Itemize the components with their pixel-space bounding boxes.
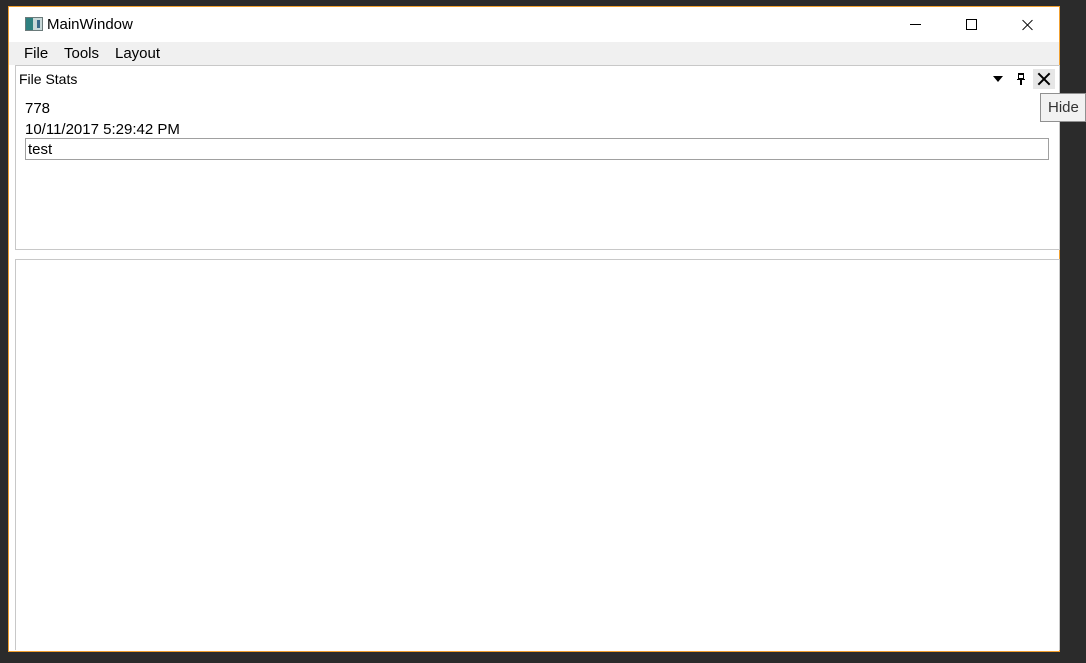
pane-options-button[interactable] xyxy=(988,69,1008,89)
hide-button[interactable] xyxy=(1033,69,1055,89)
title-bar[interactable]: MainWindow xyxy=(9,7,1059,42)
pin-icon xyxy=(1017,73,1025,85)
triangle-down-icon xyxy=(993,76,1003,82)
minimize-button[interactable] xyxy=(892,7,938,42)
menu-bar: File Tools Layout xyxy=(9,42,1059,65)
window-title: MainWindow xyxy=(47,16,133,33)
app-icon xyxy=(25,17,43,31)
close-icon xyxy=(1038,73,1050,85)
pin-button[interactable] xyxy=(1011,69,1031,89)
file-count: 778 xyxy=(25,100,51,117)
pane-title: File Stats xyxy=(19,71,78,87)
close-icon xyxy=(1022,19,1034,31)
menu-file[interactable]: File xyxy=(24,45,48,62)
menu-layout[interactable]: Layout xyxy=(115,45,160,62)
file-stats-pane: File Stats 778 10/11/2017 5:29:42 PM xyxy=(15,65,1060,250)
maximize-button[interactable] xyxy=(948,7,994,42)
close-button[interactable] xyxy=(1005,7,1051,42)
main-window: MainWindow File Tools Layout File Stats xyxy=(8,6,1060,652)
file-timestamp: 10/11/2017 5:29:42 PM xyxy=(25,121,180,138)
hide-tooltip: Hide xyxy=(1040,93,1086,122)
minimize-icon xyxy=(909,24,921,25)
document-area xyxy=(15,259,1060,650)
pane-header[interactable]: File Stats xyxy=(16,66,1059,91)
menu-tools[interactable]: Tools xyxy=(64,45,99,62)
text-input[interactable] xyxy=(25,138,1049,160)
maximize-icon xyxy=(965,19,977,30)
